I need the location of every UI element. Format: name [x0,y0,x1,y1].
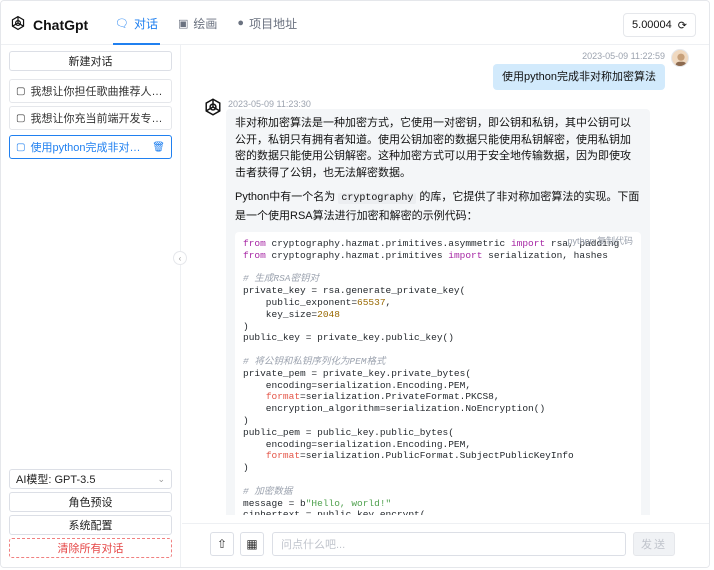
chat-footer: ⇧ ▦ 问点什么吧... 发送 [182,523,709,567]
tab-project-label: 项目地址 [249,16,298,31]
github-icon: ● [237,17,245,29]
bot-paragraph: Python中有一个名为 cryptography 的库，它提供了非对称加密算法… [235,189,641,224]
refresh-icon: ⟳ [677,19,687,32]
download-button[interactable]: ▦ [240,532,264,556]
conversation-item-active[interactable]: ▢ 使用python完成非对称加密算法 🗑 [9,135,172,159]
send-button[interactable]: 发送 [633,532,675,556]
top-header: ChatGpt 🗨 对话 ▣ 绘画 ● 项目地址 5.00004 ⟳ [1,1,709,45]
tab-draw-label: 绘画 [193,16,218,31]
user-message-time: 2023-05-09 11:22:59 [582,51,665,61]
chevron-down-icon: ⌄ [157,473,165,484]
tab-draw[interactable]: ▣ 绘画 [168,1,227,45]
message-icon: ▢ [16,85,26,97]
save-image-icon: ▦ [246,537,258,551]
brand-name: ChatGpt [33,16,89,33]
delete-icon[interactable]: 🗑 [152,142,165,153]
user-message: 使用python完成非对称加密算法 [492,64,665,90]
copy-code-button[interactable]: 复制代码 [597,236,633,246]
conversation-title: 我想让你担任歌曲推荐人。我将为你提供 [30,86,165,98]
code-language: python [567,236,595,246]
model-select[interactable]: AI模型: GPT-3.5 ⌄ [9,469,172,489]
clear-all-button[interactable]: 清除所有对话 [9,538,172,558]
app-window: ChatGpt 🗨 对话 ▣ 绘画 ● 项目地址 5.00004 ⟳ 新建对话 … [0,0,710,568]
code-block: python 复制代码 from cryptography.hazmat.prim… [235,232,641,515]
message-input[interactable]: 问点什么吧... [272,532,626,556]
bot-paragraph: 非对称加密算法是一种加密方式，它使用一对密钥，即公钥和私钥，其中公钥可以公开，私… [235,117,631,179]
chat-area: 2023-05-09 11:22:59 使用python完成非对称加密算法 20… [182,45,709,515]
inline-code: cryptography [338,193,417,204]
tab-chat-label: 对话 [133,16,158,31]
conversation-item[interactable]: ▢ 我想让你充当前端开发专家。我将提供一 [9,106,172,130]
bot-avatar [202,96,224,118]
bot-message-time: 2023-05-09 11:23:30 [228,99,311,109]
cloud-upload-icon: ⇧ [216,537,228,551]
bot-text: Python中有一个名为 [235,191,336,203]
upload-button[interactable]: ⇧ [210,532,234,556]
message-icon: ▢ [16,112,26,124]
bot-message: 非对称加密算法是一种加密方式，它使用一对密钥，即公钥和私钥，其中公钥可以公开，私… [226,109,650,515]
tab-project[interactable]: ● 项目地址 [227,1,307,45]
balance-value: 5.00004 [632,19,672,31]
chevron-left-icon: ‹ [178,253,182,263]
conversation-title: 我想让你充当前端开发专家。我将提供一 [30,113,165,125]
balance-button[interactable]: 5.00004 ⟳ [623,13,696,37]
code-header: python 复制代码 [567,236,633,248]
message-icon: ▢ [16,141,26,153]
chat-icon: 🗨 [115,17,129,30]
role-preset-button[interactable]: 角色预设 [9,492,172,512]
conversation-title: 使用python完成非对称加密算法 [30,142,147,154]
system-config-button[interactable]: 系统配置 [9,515,172,535]
brand[interactable]: ChatGpt [9,14,88,35]
image-icon: ▣ [177,17,189,30]
message-input-placeholder: 问点什么吧... [281,539,346,551]
model-select-value: AI模型: GPT-3.5 [16,474,96,486]
sidebar: 新建对话 ▢ 我想让你担任歌曲推荐人。我将为你提供 ▢ 我想让你充当前端开发专家… [1,45,181,567]
conversation-item[interactable]: ▢ 我想让你担任歌曲推荐人。我将为你提供 [9,79,172,103]
nav-tabs: 🗨 对话 ▣ 绘画 ● 项目地址 [105,1,307,45]
openai-logo-icon [9,14,27,35]
user-avatar [671,49,689,67]
new-chat-button[interactable]: 新建对话 [9,51,172,71]
tab-chat[interactable]: 🗨 对话 [105,1,168,45]
